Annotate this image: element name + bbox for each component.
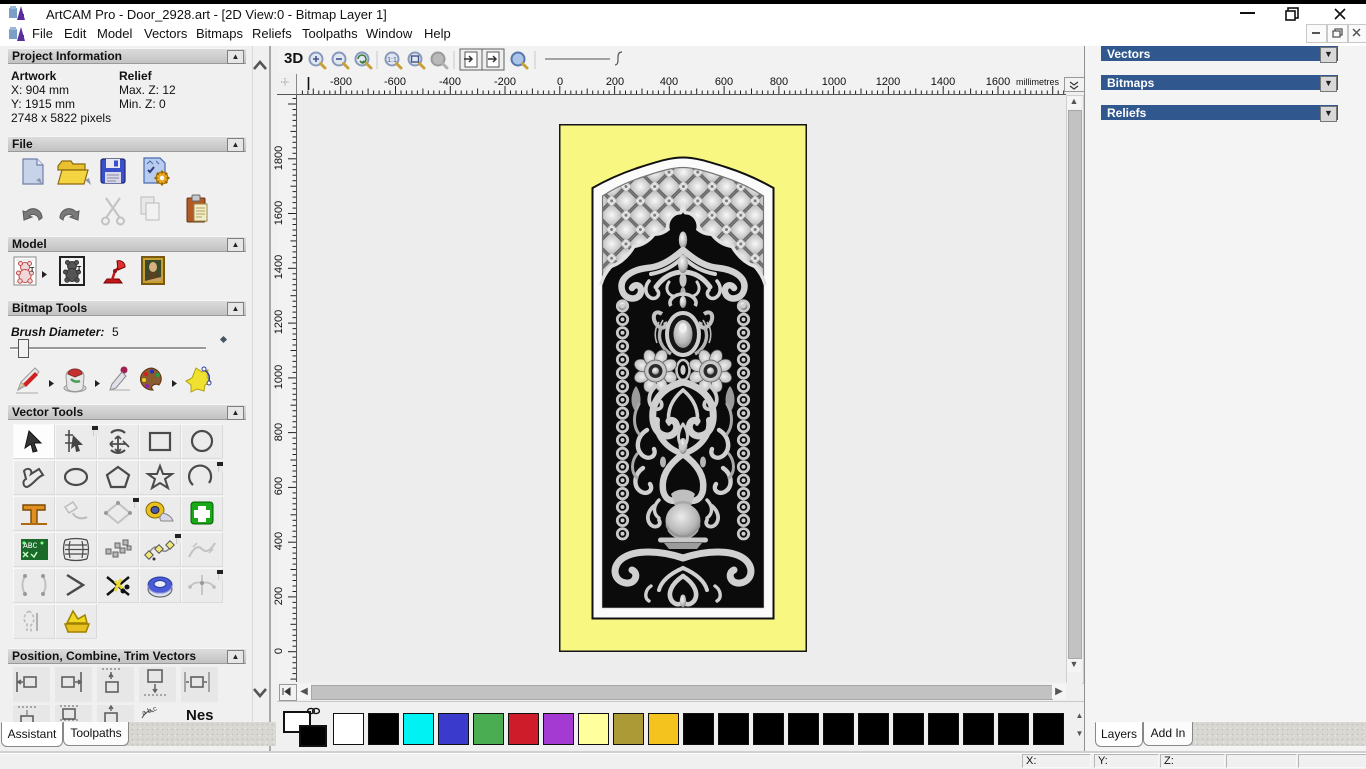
svg-text:Nes: Nes bbox=[186, 707, 214, 722]
svg-text:a b c: a b c bbox=[141, 705, 158, 717]
svg-text:1:1: 1:1 bbox=[387, 57, 397, 64]
svg-text:T: T bbox=[30, 267, 35, 274]
svg-text:T: T bbox=[77, 266, 82, 273]
